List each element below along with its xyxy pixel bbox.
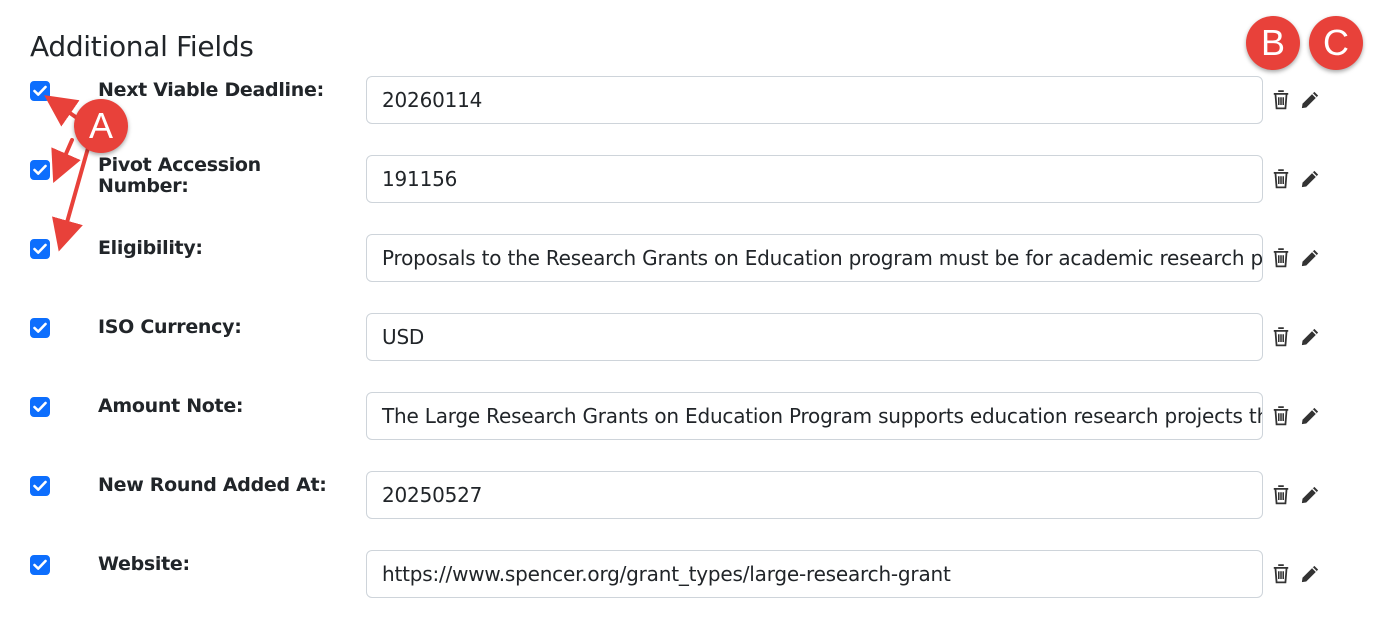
section-title: Additional Fields — [30, 30, 254, 63]
field-label: New Round Added At: — [98, 474, 327, 496]
pencil-icon[interactable] — [1300, 485, 1320, 507]
field-label: ISO Currency: — [98, 316, 242, 338]
field-row: Eligibility: Proposals to the Research G… — [0, 234, 1375, 284]
pencil-icon[interactable] — [1300, 327, 1320, 349]
field-value-input[interactable]: Proposals to the Research Grants on Educ… — [366, 234, 1263, 282]
field-value-input[interactable]: USD — [366, 313, 1263, 361]
field-value-input[interactable]: https://www.spencer.org/grant_types/larg… — [366, 550, 1263, 598]
field-row: Amount Note: The Large Research Grants o… — [0, 392, 1375, 442]
field-value-input[interactable]: 20260114 — [366, 76, 1263, 124]
check-icon — [33, 85, 47, 96]
field-row: New Round Added At: 20250527 — [0, 471, 1375, 521]
field-value-input[interactable]: 20250527 — [366, 471, 1263, 519]
check-icon — [33, 164, 47, 175]
trash-icon[interactable] — [1272, 564, 1292, 586]
callout-a: A — [74, 99, 128, 153]
field-checkbox[interactable] — [30, 476, 50, 496]
trash-icon[interactable] — [1272, 248, 1292, 270]
field-row: Next Viable Deadline: 20260114 — [0, 76, 1375, 126]
check-icon — [33, 559, 47, 570]
field-label: Eligibility: — [98, 237, 203, 259]
pencil-icon[interactable] — [1300, 90, 1320, 112]
field-checkbox[interactable] — [30, 318, 50, 338]
trash-icon[interactable] — [1272, 406, 1292, 428]
pencil-icon[interactable] — [1300, 406, 1320, 428]
field-label: Website: — [98, 553, 190, 575]
callout-b: B — [1246, 16, 1300, 70]
field-checkbox[interactable] — [30, 81, 50, 101]
field-value-input[interactable]: 191156 — [366, 155, 1263, 203]
field-row: Pivot Accession Number: 191156 — [0, 155, 1375, 205]
field-label: Next Viable Deadline: — [98, 79, 324, 101]
trash-icon[interactable] — [1272, 169, 1292, 191]
check-icon — [33, 322, 47, 333]
check-icon — [33, 401, 47, 412]
check-icon — [33, 243, 47, 254]
field-checkbox[interactable] — [30, 555, 50, 575]
field-checkbox[interactable] — [30, 397, 50, 417]
trash-icon[interactable] — [1272, 90, 1292, 112]
trash-icon[interactable] — [1272, 327, 1292, 349]
callout-c: C — [1309, 16, 1363, 70]
check-icon — [33, 480, 47, 491]
field-row: ISO Currency: USD — [0, 313, 1375, 363]
pencil-icon[interactable] — [1300, 248, 1320, 270]
field-checkbox[interactable] — [30, 239, 50, 259]
pencil-icon[interactable] — [1300, 169, 1320, 191]
trash-icon[interactable] — [1272, 485, 1292, 507]
field-row: Website: https://www.spencer.org/grant_t… — [0, 550, 1375, 600]
field-label: Amount Note: — [98, 395, 244, 417]
pencil-icon[interactable] — [1300, 564, 1320, 586]
field-label: Pivot Accession Number: — [98, 154, 261, 197]
field-checkbox[interactable] — [30, 160, 50, 180]
field-value-input[interactable]: The Large Research Grants on Education P… — [366, 392, 1263, 440]
